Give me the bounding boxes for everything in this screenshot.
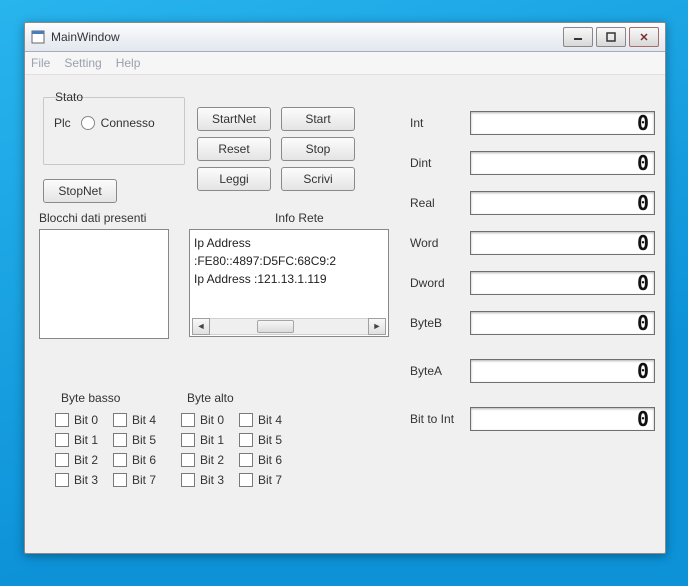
int-label: Int bbox=[410, 116, 470, 130]
dint-row: Dint0 bbox=[410, 151, 655, 175]
real-row: Real0 bbox=[410, 191, 655, 215]
word-row: Word0 bbox=[410, 231, 655, 255]
stop-button[interactable]: Stop bbox=[281, 137, 355, 161]
info-line: Ip Address :FE80::4897:D5FC:68C9:2 bbox=[194, 234, 384, 270]
main-window: MainWindow File Setting Help Stato Plc C… bbox=[24, 22, 666, 554]
scroll-track[interactable] bbox=[210, 318, 368, 335]
dint-value: 0 bbox=[470, 151, 655, 175]
byte-basso-bit4[interactable]: Bit 4 bbox=[113, 413, 165, 427]
startnet-button[interactable]: StartNet bbox=[197, 107, 271, 131]
real-label: Real bbox=[410, 196, 470, 210]
byte-basso-bit6[interactable]: Bit 6 bbox=[113, 453, 165, 467]
bytea-row: ByteA0 bbox=[410, 359, 655, 383]
scroll-right-icon[interactable]: ► bbox=[368, 318, 386, 335]
bytea-value: 0 bbox=[470, 359, 655, 383]
info-rete-box[interactable]: Ip Address :FE80::4897:D5FC:68C9:2 Ip Ad… bbox=[189, 229, 389, 337]
dint-label: Dint bbox=[410, 156, 470, 170]
dword-label: Dword bbox=[410, 276, 470, 290]
blocchi-list[interactable] bbox=[39, 229, 169, 339]
byte-alto-bit7[interactable]: Bit 7 bbox=[239, 473, 291, 487]
menu-file[interactable]: File bbox=[31, 56, 50, 70]
byte-basso-label: Byte basso bbox=[61, 391, 120, 405]
real-value: 0 bbox=[470, 191, 655, 215]
menu-help[interactable]: Help bbox=[116, 56, 141, 70]
byte-basso-bit5[interactable]: Bit 5 bbox=[113, 433, 165, 447]
leggi-button[interactable]: Leggi bbox=[197, 167, 271, 191]
menu-setting[interactable]: Setting bbox=[64, 56, 101, 70]
byte-basso-bit3[interactable]: Bit 3 bbox=[55, 473, 107, 487]
plc-label: Plc bbox=[54, 116, 71, 130]
connesso-label: Connesso bbox=[101, 116, 155, 130]
word-label: Word bbox=[410, 236, 470, 250]
byte-alto-bit2[interactable]: Bit 2 bbox=[181, 453, 233, 467]
byte-basso-bit7[interactable]: Bit 7 bbox=[113, 473, 165, 487]
scroll-left-icon[interactable]: ◄ bbox=[192, 318, 210, 335]
app-icon bbox=[31, 30, 45, 44]
titlebar[interactable]: MainWindow bbox=[25, 23, 665, 52]
byteb-row: ByteB0 bbox=[410, 311, 655, 335]
bytea-label: ByteA bbox=[410, 364, 470, 378]
connesso-radio[interactable]: Connesso bbox=[81, 116, 155, 130]
horizontal-scrollbar[interactable]: ◄ ► bbox=[192, 319, 386, 334]
byte-alto-bit6[interactable]: Bit 6 bbox=[239, 453, 291, 467]
byte-alto-label: Byte alto bbox=[187, 391, 234, 405]
byteb-label: ByteB bbox=[410, 316, 470, 330]
bit-to-int-value: 0 bbox=[470, 407, 655, 431]
window-title: MainWindow bbox=[51, 30, 563, 44]
int-value: 0 bbox=[470, 111, 655, 135]
scrivi-button[interactable]: Scrivi bbox=[281, 167, 355, 191]
stato-group: Stato Plc Connesso bbox=[43, 97, 185, 165]
client-area: Stato Plc Connesso StopNet StartNet Star… bbox=[25, 75, 665, 553]
scroll-thumb[interactable] bbox=[257, 320, 294, 333]
int-row: Int0 bbox=[410, 111, 655, 135]
byte-alto-bit4[interactable]: Bit 4 bbox=[239, 413, 291, 427]
byte-basso-bit2[interactable]: Bit 2 bbox=[55, 453, 107, 467]
dword-value: 0 bbox=[470, 271, 655, 295]
info-line: Ip Address :121.13.1.119 bbox=[194, 270, 384, 288]
stopnet-button[interactable]: StopNet bbox=[43, 179, 117, 203]
byte-basso-bit0[interactable]: Bit 0 bbox=[55, 413, 107, 427]
byte-alto-bit1[interactable]: Bit 1 bbox=[181, 433, 233, 447]
byte-alto-bit0[interactable]: Bit 0 bbox=[181, 413, 233, 427]
blocchi-label: Blocchi dati presenti bbox=[39, 211, 146, 225]
minimize-button[interactable] bbox=[563, 27, 593, 47]
info-rete-label: Info Rete bbox=[275, 211, 324, 225]
radio-icon bbox=[81, 116, 95, 130]
menubar: File Setting Help bbox=[25, 52, 665, 75]
byteb-value: 0 bbox=[470, 311, 655, 335]
start-button[interactable]: Start bbox=[281, 107, 355, 131]
byte-alto-bit3[interactable]: Bit 3 bbox=[181, 473, 233, 487]
close-button[interactable] bbox=[629, 27, 659, 47]
dword-row: Dword0 bbox=[410, 271, 655, 295]
bit-to-int-label: Bit to Int bbox=[410, 412, 470, 426]
maximize-button[interactable] bbox=[596, 27, 626, 47]
word-value: 0 bbox=[470, 231, 655, 255]
reset-button[interactable]: Reset bbox=[197, 137, 271, 161]
bit-to-int-row: Bit to Int0 bbox=[410, 407, 655, 431]
byte-basso-bit1[interactable]: Bit 1 bbox=[55, 433, 107, 447]
byte-alto-bit5[interactable]: Bit 5 bbox=[239, 433, 291, 447]
